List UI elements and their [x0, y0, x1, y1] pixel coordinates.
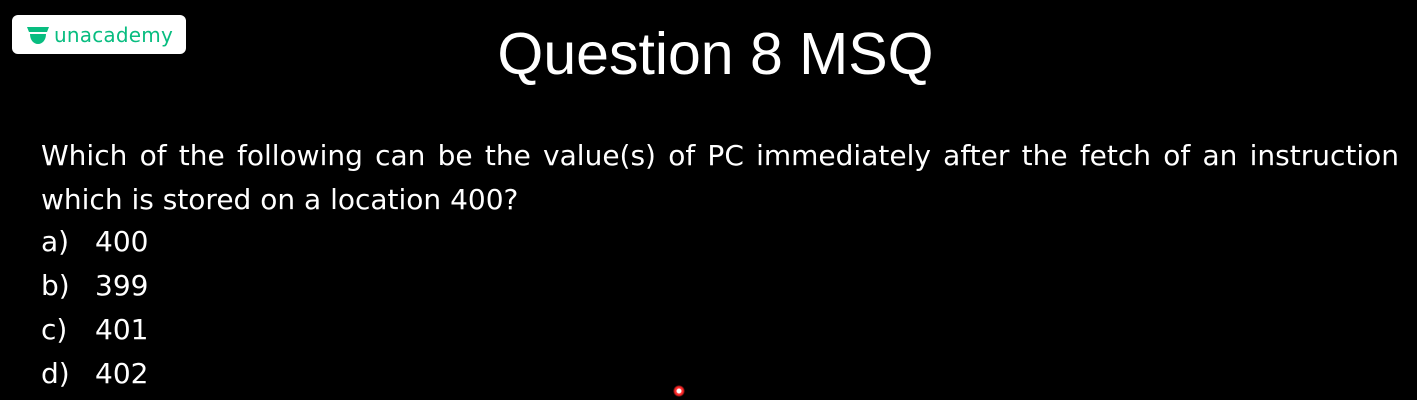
- question-text: Which of the following can be the value(…: [41, 139, 1399, 216]
- option-label: a): [41, 225, 70, 258]
- option-a: a) 400: [41, 220, 148, 264]
- option-label: b): [41, 269, 70, 302]
- option-d: d) 402: [41, 352, 148, 396]
- option-value: 402: [95, 357, 149, 390]
- presentation-slide: unacademy Question 8 MSQ Which of the fo…: [0, 0, 1417, 400]
- option-value: 400: [95, 225, 149, 258]
- option-label: c): [41, 313, 68, 346]
- option-value: 401: [95, 313, 149, 346]
- options-list: a) 400 b) 399 c) 401 d) 402: [41, 220, 148, 396]
- slide-title: Question 8 MSQ: [497, 21, 934, 87]
- option-b: b) 399: [41, 264, 148, 308]
- laser-pointer-icon: [673, 385, 685, 397]
- option-c: c) 401: [41, 308, 148, 352]
- option-label: d): [41, 357, 70, 390]
- option-value: 399: [95, 269, 149, 302]
